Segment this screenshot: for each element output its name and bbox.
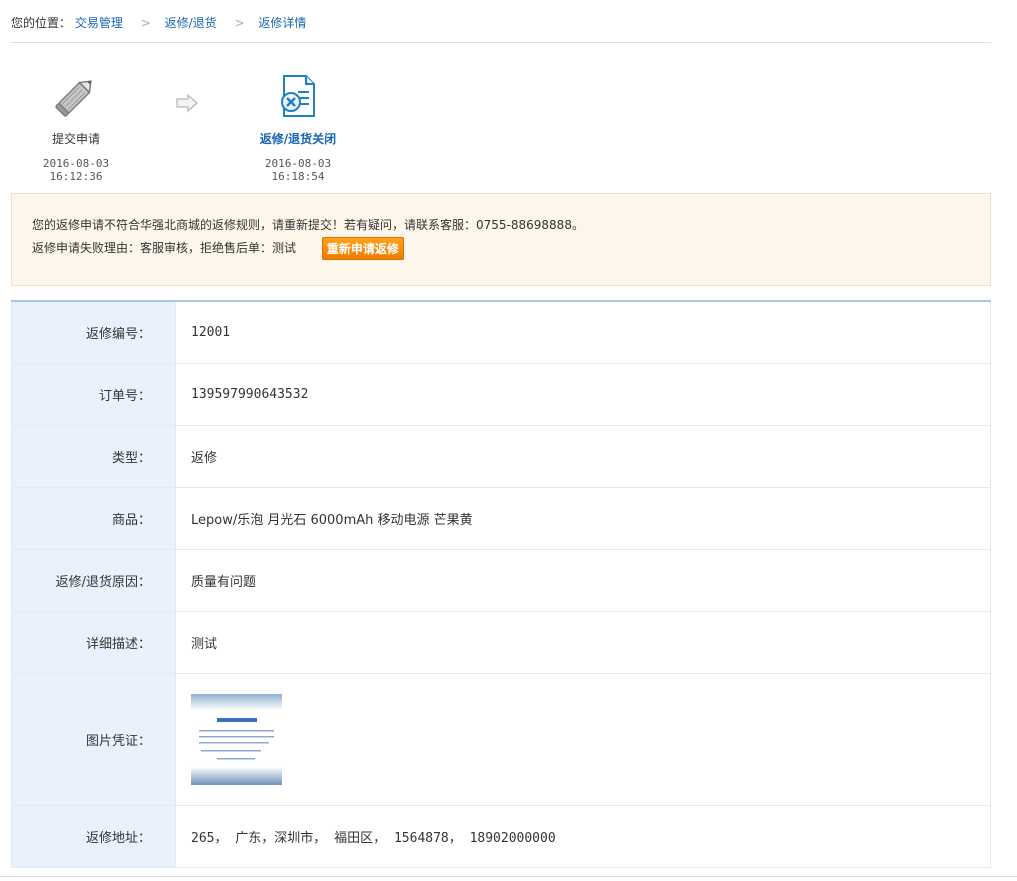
row-key: 详细描述： [11, 610, 176, 674]
row-key: 返修地址： [11, 804, 176, 868]
row-key: 商品： [11, 486, 176, 550]
step-time: 2016-08-03 16:18:54 [264, 157, 332, 183]
row-key: 返修编号： [11, 300, 176, 364]
pencil-icon [55, 80, 92, 117]
row-key: 订单号： [11, 362, 176, 426]
table-row: 图片凭证： [11, 672, 991, 806]
step-time: 2016-08-03 16:12:36 [42, 157, 110, 183]
photo-evidence [175, 672, 991, 806]
table-row: 详细描述： 测试 [11, 610, 991, 674]
table-row: 商品： Lepow/乐泡 月光石 6000mAh 移动电源 芒果黄 [11, 486, 991, 550]
reapply-button[interactable]: 重新申请返修 [321, 237, 404, 260]
step-label: 提交申请 [51, 132, 100, 146]
repair-type: 返修 [175, 424, 991, 488]
rejection-notice: 您的返修申请不符合华强北商城的返修规则，请重新提交！若有疑问，请联系客服：075… [11, 193, 991, 286]
breadcrumb-link-repair[interactable]: 返修/退货 [165, 16, 217, 30]
step-submit: 提交申请 2016-08-03 16:12:36 [14, 72, 138, 183]
table-row: 类型： 返修 [11, 424, 991, 488]
order-number: 139597990643532 [175, 362, 991, 426]
step-closed: 返修/退货关闭 2016-08-03 16:18:54 [236, 72, 360, 183]
table-row: 订单号： 139597990643532 [11, 362, 991, 426]
row-key: 返修/退货原因： [11, 548, 176, 612]
arrow-right-icon [176, 93, 198, 113]
table-row: 返修/退货原因： 质量有问题 [11, 548, 991, 612]
divider [0, 876, 1017, 877]
table-row: 返修编号： 12001 [11, 300, 991, 364]
repair-number: 12001 [175, 300, 991, 364]
breadcrumb-link-trade[interactable]: 交易管理 [75, 16, 123, 30]
notice-reason: 返修申请失败理由：客服审核，拒绝售后单：测试 [32, 241, 297, 255]
product-name: Lepow/乐泡 月光石 6000mAh 移动电源 芒果黄 [175, 486, 991, 550]
breadcrumb-link-detail[interactable]: 返修详情 [258, 16, 306, 30]
breadcrumb-separator-icon: > [140, 16, 151, 30]
breadcrumb-separator-icon: > [234, 16, 245, 30]
detail-description: 测试 [175, 610, 991, 674]
row-key: 类型： [11, 424, 176, 488]
breadcrumb-prefix: 您的位置： [11, 16, 72, 30]
document-cancel-icon [281, 75, 315, 117]
breadcrumb: 您的位置： 交易管理 > 返修/退货 > 返修详情 [11, 0, 991, 43]
evidence-thumbnail[interactable] [191, 693, 282, 785]
table-row: 返修地址： 265， 广东，深圳市， 福田区， 1564878， 1890200… [11, 804, 991, 868]
row-key: 图片凭证： [11, 672, 176, 806]
repair-detail-table: 返修编号： 12001 订单号： 139597990643532 类型： 返修 … [11, 300, 991, 868]
notice-message: 您的返修申请不符合华强北商城的返修规则，请重新提交！若有疑问，请联系客服：075… [32, 218, 584, 232]
repair-address: 265， 广东，深圳市， 福田区， 1564878， 18902000000 [175, 804, 991, 868]
notice-reason-line: 返修申请失败理由：客服审核，拒绝售后单：测试 重新申请返修 [32, 237, 970, 260]
step-label: 返修/退货关闭 [259, 132, 337, 146]
repair-reason: 质量有问题 [175, 548, 991, 612]
